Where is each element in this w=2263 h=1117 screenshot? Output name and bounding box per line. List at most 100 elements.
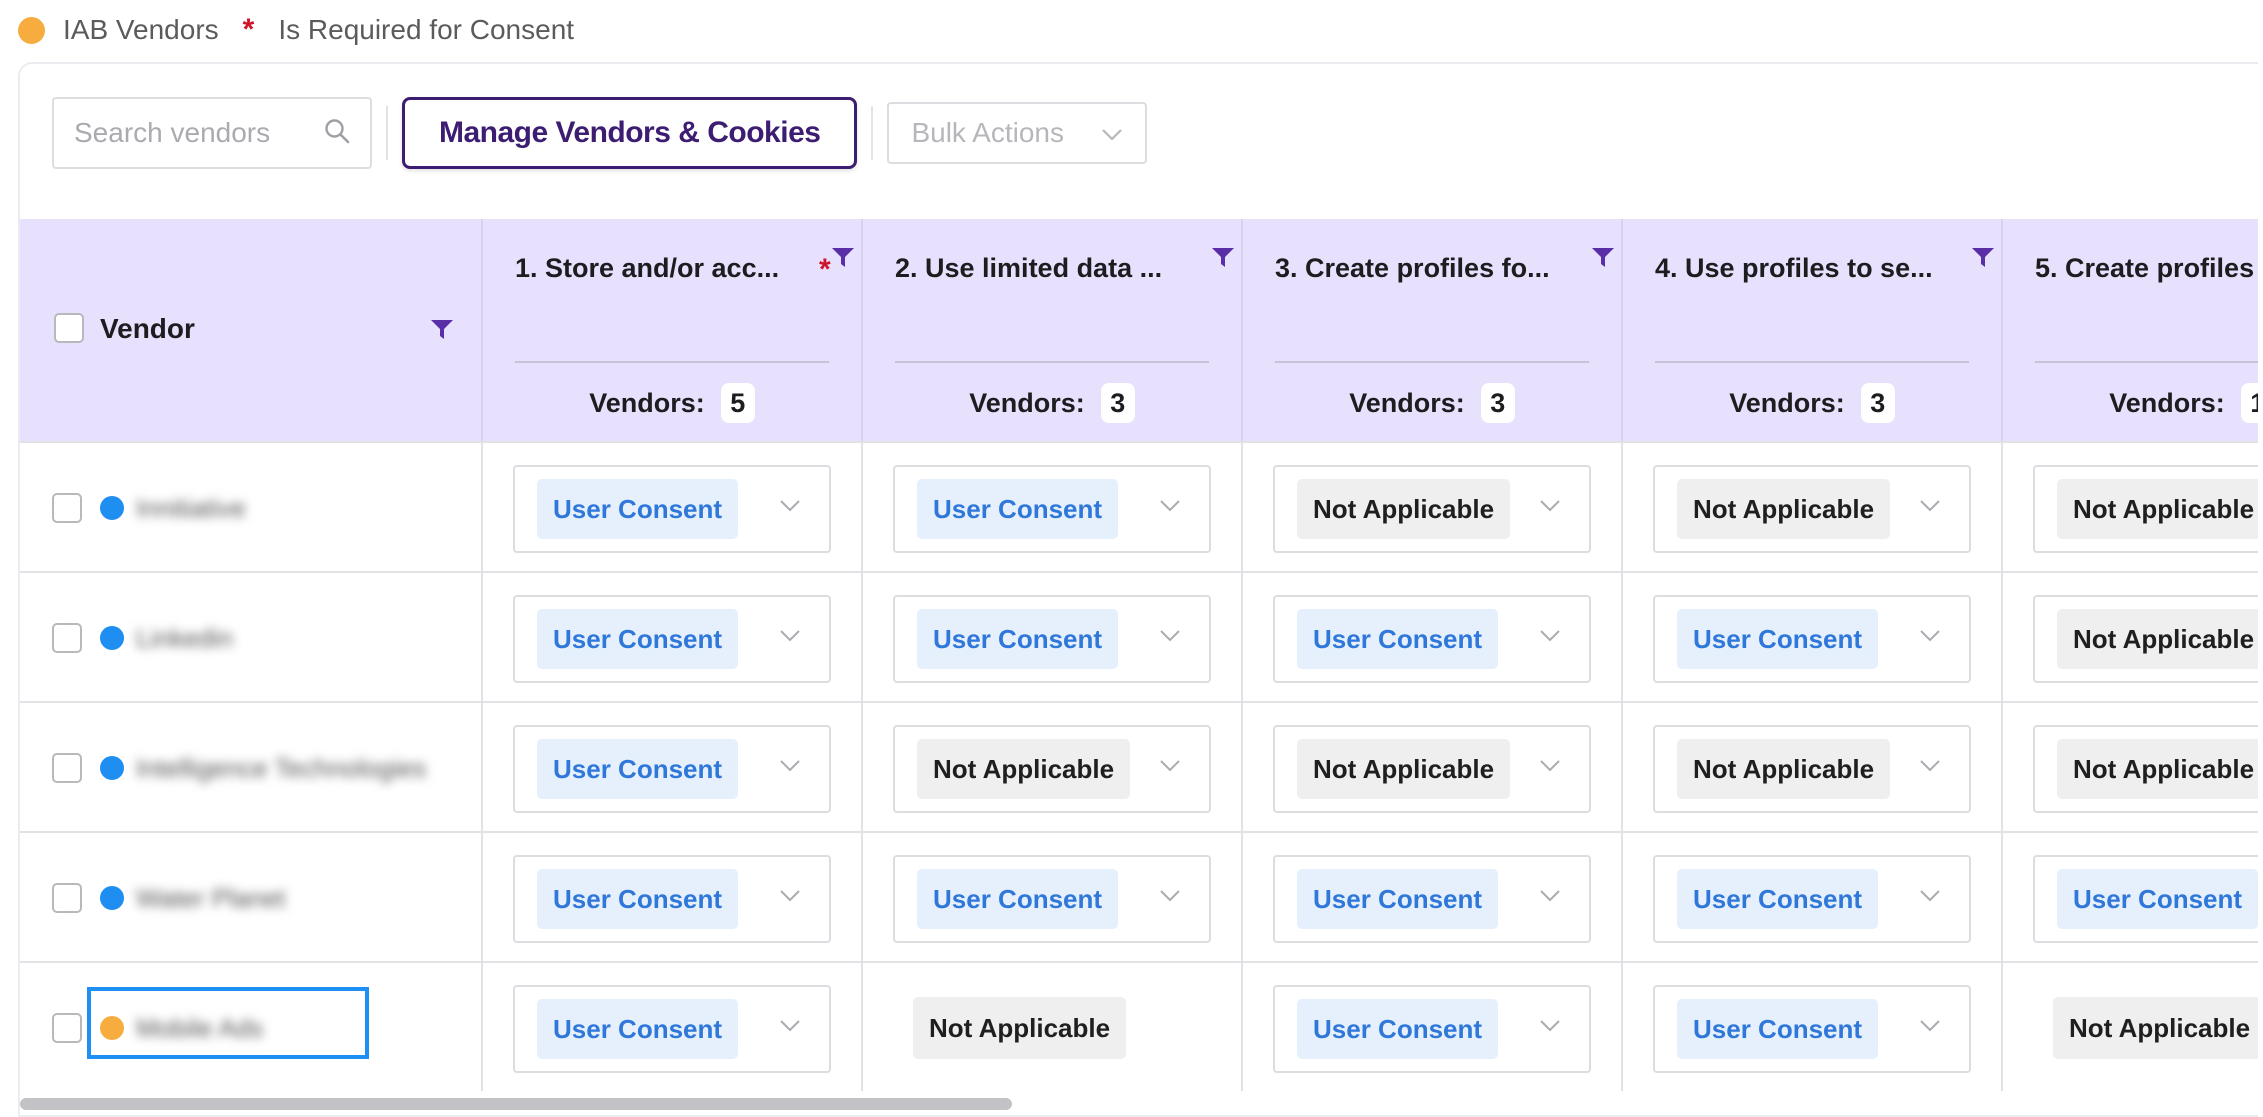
row-checkbox[interactable]: [52, 883, 82, 913]
header-divider: [2035, 361, 2258, 363]
legal-basis-select[interactable]: User Consent: [513, 725, 831, 813]
legal-basis-tag: User Consent: [917, 479, 1119, 539]
chevron-down-icon: [1539, 1019, 1561, 1033]
bulk-actions-label: Bulk Actions: [911, 117, 1064, 148]
legal-basis-select[interactable]: Not Applicable: [2033, 465, 2258, 553]
legal-basis-select[interactable]: User Consent: [513, 595, 831, 683]
vendor-name[interactable]: Water Planet: [136, 883, 285, 913]
legal-basis-select[interactable]: Not Applicable: [1653, 465, 1971, 553]
legal-basis-select[interactable]: User Consent: [893, 465, 1211, 553]
vendor-cell: Innitiative: [20, 443, 483, 571]
purpose-cell: Not Applicable: [2003, 703, 2258, 831]
chevron-down-icon: [779, 759, 801, 773]
legal-basis-tag: Not Applicable: [1677, 479, 1891, 539]
header-divider: [895, 361, 1209, 363]
filter-icon[interactable]: [430, 319, 454, 341]
iab-vendor-dot-icon: [18, 16, 45, 44]
legend-iab-label: IAB Vendors: [63, 14, 219, 45]
purpose-column-header: 1. Store and/or acc... * Vendors: 5: [483, 219, 863, 441]
filter-icon[interactable]: [1971, 247, 1995, 269]
bulk-actions-dropdown[interactable]: Bulk Actions: [887, 102, 1148, 164]
legal-basis-select[interactable]: Not Applicable: [1273, 465, 1591, 553]
legal-basis-select[interactable]: User Consent: [1273, 855, 1591, 943]
legal-basis-select[interactable]: User Consent: [1273, 985, 1591, 1073]
legal-basis-select[interactable]: User Consent: [1653, 855, 1971, 943]
legal-basis-tag: Not Applicable: [2057, 479, 2258, 539]
table-row: Innitiative User Consent User Consent Not A…: [20, 441, 2258, 571]
header-divider: [515, 361, 829, 363]
purpose-cell: User Consent: [1623, 963, 2003, 1091]
chevron-down-icon: [1159, 499, 1181, 513]
chevron-down-icon: [1919, 889, 1941, 903]
chevron-down-icon: [1101, 117, 1123, 149]
legal-basis-tag: Not Applicable: [2057, 609, 2258, 669]
purpose-column-title[interactable]: 1. Store and/or acc...: [515, 253, 779, 284]
legal-basis-select[interactable]: Not Applicable: [1653, 725, 1971, 813]
legal-basis-select[interactable]: Not Applicable: [2033, 725, 2258, 813]
legal-basis-select[interactable]: Not Applicable: [1273, 725, 1591, 813]
row-checkbox[interactable]: [52, 623, 82, 653]
legal-basis-select[interactable]: User Consent: [1653, 985, 1971, 1073]
legal-basis-tag: User Consent: [537, 869, 739, 929]
filter-icon[interactable]: [831, 247, 855, 269]
legal-basis-select[interactable]: User Consent: [1273, 595, 1591, 683]
legal-basis-select[interactable]: User Consent: [513, 465, 831, 553]
row-checkbox[interactable]: [52, 1013, 82, 1043]
legal-basis-tag: User Consent: [537, 739, 739, 799]
legal-basis-select[interactable]: User Consent: [513, 855, 831, 943]
chevron-down-icon: [779, 889, 801, 903]
vendor-cell: Water Planet: [20, 833, 483, 961]
filter-icon[interactable]: [1211, 247, 1235, 269]
horizontal-scrollbar[interactable]: [20, 1094, 2258, 1112]
legal-basis-tag: User Consent: [1297, 999, 1499, 1059]
legal-basis-select[interactable]: User Consent: [1653, 595, 1971, 683]
scrollbar-thumb[interactable]: [20, 1098, 1012, 1110]
legal-basis-select[interactable]: Not Applicable: [2033, 595, 2258, 683]
table-row: Linkedin User Consent User Consent User Con…: [20, 571, 2258, 701]
purpose-cell: User Consent: [863, 443, 1243, 571]
chevron-down-icon: [1539, 759, 1561, 773]
purpose-column-header: 2. Use limited data ... Vendors: 3: [863, 219, 1243, 441]
row-checkbox[interactable]: [52, 753, 82, 783]
legal-basis-select[interactable]: Not Applicable: [893, 725, 1211, 813]
header-divider: [1655, 361, 1969, 363]
legal-basis-select[interactable]: User Consent: [513, 985, 831, 1073]
vendor-cell: Intelligence Technologies: [20, 703, 483, 831]
vendors-count: Vendors: 5: [483, 383, 861, 423]
vendor-name[interactable]: Linkedin: [136, 623, 233, 653]
filter-icon[interactable]: [1591, 247, 1615, 269]
manage-vendors-cookies-button[interactable]: Manage Vendors & Cookies: [402, 97, 858, 169]
chevron-down-icon: [1539, 629, 1561, 643]
vendor-name[interactable]: Innitiative: [136, 493, 246, 523]
purpose-cell: User Consent: [483, 833, 863, 961]
legal-basis-tag: User Consent: [917, 609, 1119, 669]
vendor-type-dot-icon: [100, 756, 124, 780]
purpose-column-title[interactable]: 4. Use profiles to se...: [1655, 253, 1933, 284]
purpose-cell: Not Applicable: [2003, 573, 2258, 701]
legal-basis-tag: User Consent: [1297, 609, 1499, 669]
legal-basis-select[interactable]: User Consent: [893, 595, 1211, 683]
search-input[interactable]: [74, 117, 314, 149]
chevron-down-icon: [1539, 889, 1561, 903]
legal-basis-select[interactable]: User Consent: [893, 855, 1211, 943]
vendor-name[interactable]: Intelligence Technologies: [136, 753, 426, 783]
vendor-type-dot-icon: [100, 496, 124, 520]
purpose-cell: Not Applicable: [2003, 443, 2258, 571]
vendor-column-header: Vendor: [20, 219, 483, 441]
chevron-down-icon: [1539, 499, 1561, 513]
search-icon[interactable]: [324, 118, 350, 149]
legal-basis-select[interactable]: User Consent: [2033, 855, 2258, 943]
toolbar: Manage Vendors & Cookies Bulk Actions: [52, 94, 1148, 172]
search-box[interactable]: [52, 97, 372, 169]
table-header-row: Vendor 1. Store and/or acc... * Vendors: 5 2…: [20, 219, 2258, 441]
vendors-count: Vendors: 3: [1243, 383, 1621, 423]
vendor-name[interactable]: Mobile Ads: [136, 1013, 263, 1043]
toolbar-divider: [871, 106, 874, 160]
purpose-cell: Not Applicable: [1243, 703, 1623, 831]
purpose-column-title[interactable]: 2. Use limited data ...: [895, 253, 1162, 284]
select-all-checkbox[interactable]: [54, 313, 84, 343]
purpose-column-title[interactable]: 5. Create profiles: [2035, 253, 2254, 284]
purpose-column-title[interactable]: 3. Create profiles fo...: [1275, 253, 1550, 284]
row-checkbox[interactable]: [52, 493, 82, 523]
chevron-down-icon: [779, 629, 801, 643]
